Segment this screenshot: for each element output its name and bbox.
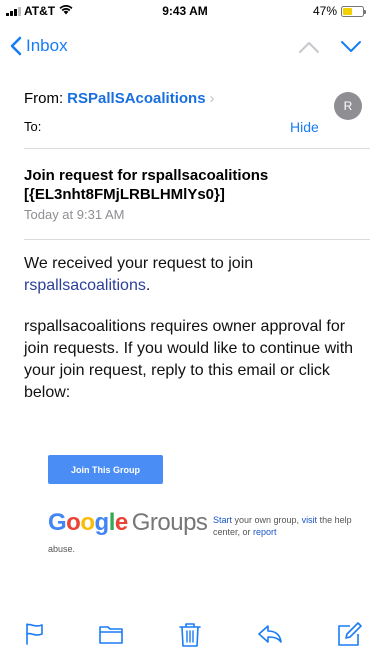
compose-icon [338, 622, 362, 646]
google-groups-logo: Google Groups [48, 509, 208, 536]
battery-icon [341, 5, 366, 17]
chevron-left-icon [10, 36, 22, 56]
paragraph-1-end: . [145, 277, 151, 294]
from-label: From: [24, 90, 64, 107]
trash-icon [179, 623, 201, 647]
flag-button[interactable] [24, 622, 46, 651]
report-link[interactable]: report [253, 527, 277, 537]
message-paragraph-1: We received your request to join rspalls… [24, 253, 354, 297]
status-bar: AT&T 9:43 AM 47% [0, 0, 370, 22]
subject-divider [24, 239, 370, 240]
to-label: To: [24, 119, 42, 134]
folder-icon [99, 626, 123, 644]
trash-button[interactable] [178, 622, 202, 653]
move-to-folder-button[interactable] [98, 622, 124, 651]
back-label: Inbox [26, 36, 68, 55]
sender-avatar[interactable]: R [334, 92, 362, 120]
email-date: Today at 9:31 AM [24, 207, 125, 222]
chevron-right-icon: › [209, 90, 215, 107]
back-to-inbox-button[interactable]: Inbox [10, 36, 68, 56]
paragraph-1-text: We received your request to join [24, 255, 254, 272]
abuse-text: abuse. [48, 544, 76, 554]
previous-message-button[interactable] [298, 40, 320, 59]
battery-level-fill [343, 7, 352, 15]
status-right: 47% [312, 4, 366, 18]
next-message-button[interactable] [340, 40, 362, 59]
group-link[interactable]: rspallsacoalitions [24, 277, 146, 294]
email-subject: Join request for rspallsacoalitions [{EL… [24, 167, 269, 203]
sender-name[interactable]: RSPallSAcoalitions [67, 90, 205, 107]
battery-percent: 47% [312, 4, 337, 18]
reply-icon [258, 625, 282, 643]
visit-help-link[interactable]: visit [302, 515, 318, 525]
compose-button[interactable] [336, 622, 362, 653]
header-divider [24, 148, 370, 149]
hide-details-link[interactable]: Hide [290, 119, 319, 135]
chevron-down-icon [341, 41, 361, 52]
join-group-button[interactable]: Join This Group [48, 455, 163, 484]
chevron-up-icon [299, 42, 319, 53]
start-group-link[interactable]: Start [213, 515, 232, 525]
message-paragraph-2: rspallsacoalitions requires owner approv… [24, 318, 354, 401]
reply-button[interactable] [256, 622, 284, 651]
flag-icon [26, 623, 43, 645]
bottom-toolbar [0, 620, 370, 653]
from-row: From: RSPallSAcoalitions › [24, 90, 215, 107]
navigation-bar: Inbox [0, 28, 370, 68]
footer-note: Start your own group, visit the help cen… [213, 515, 352, 537]
